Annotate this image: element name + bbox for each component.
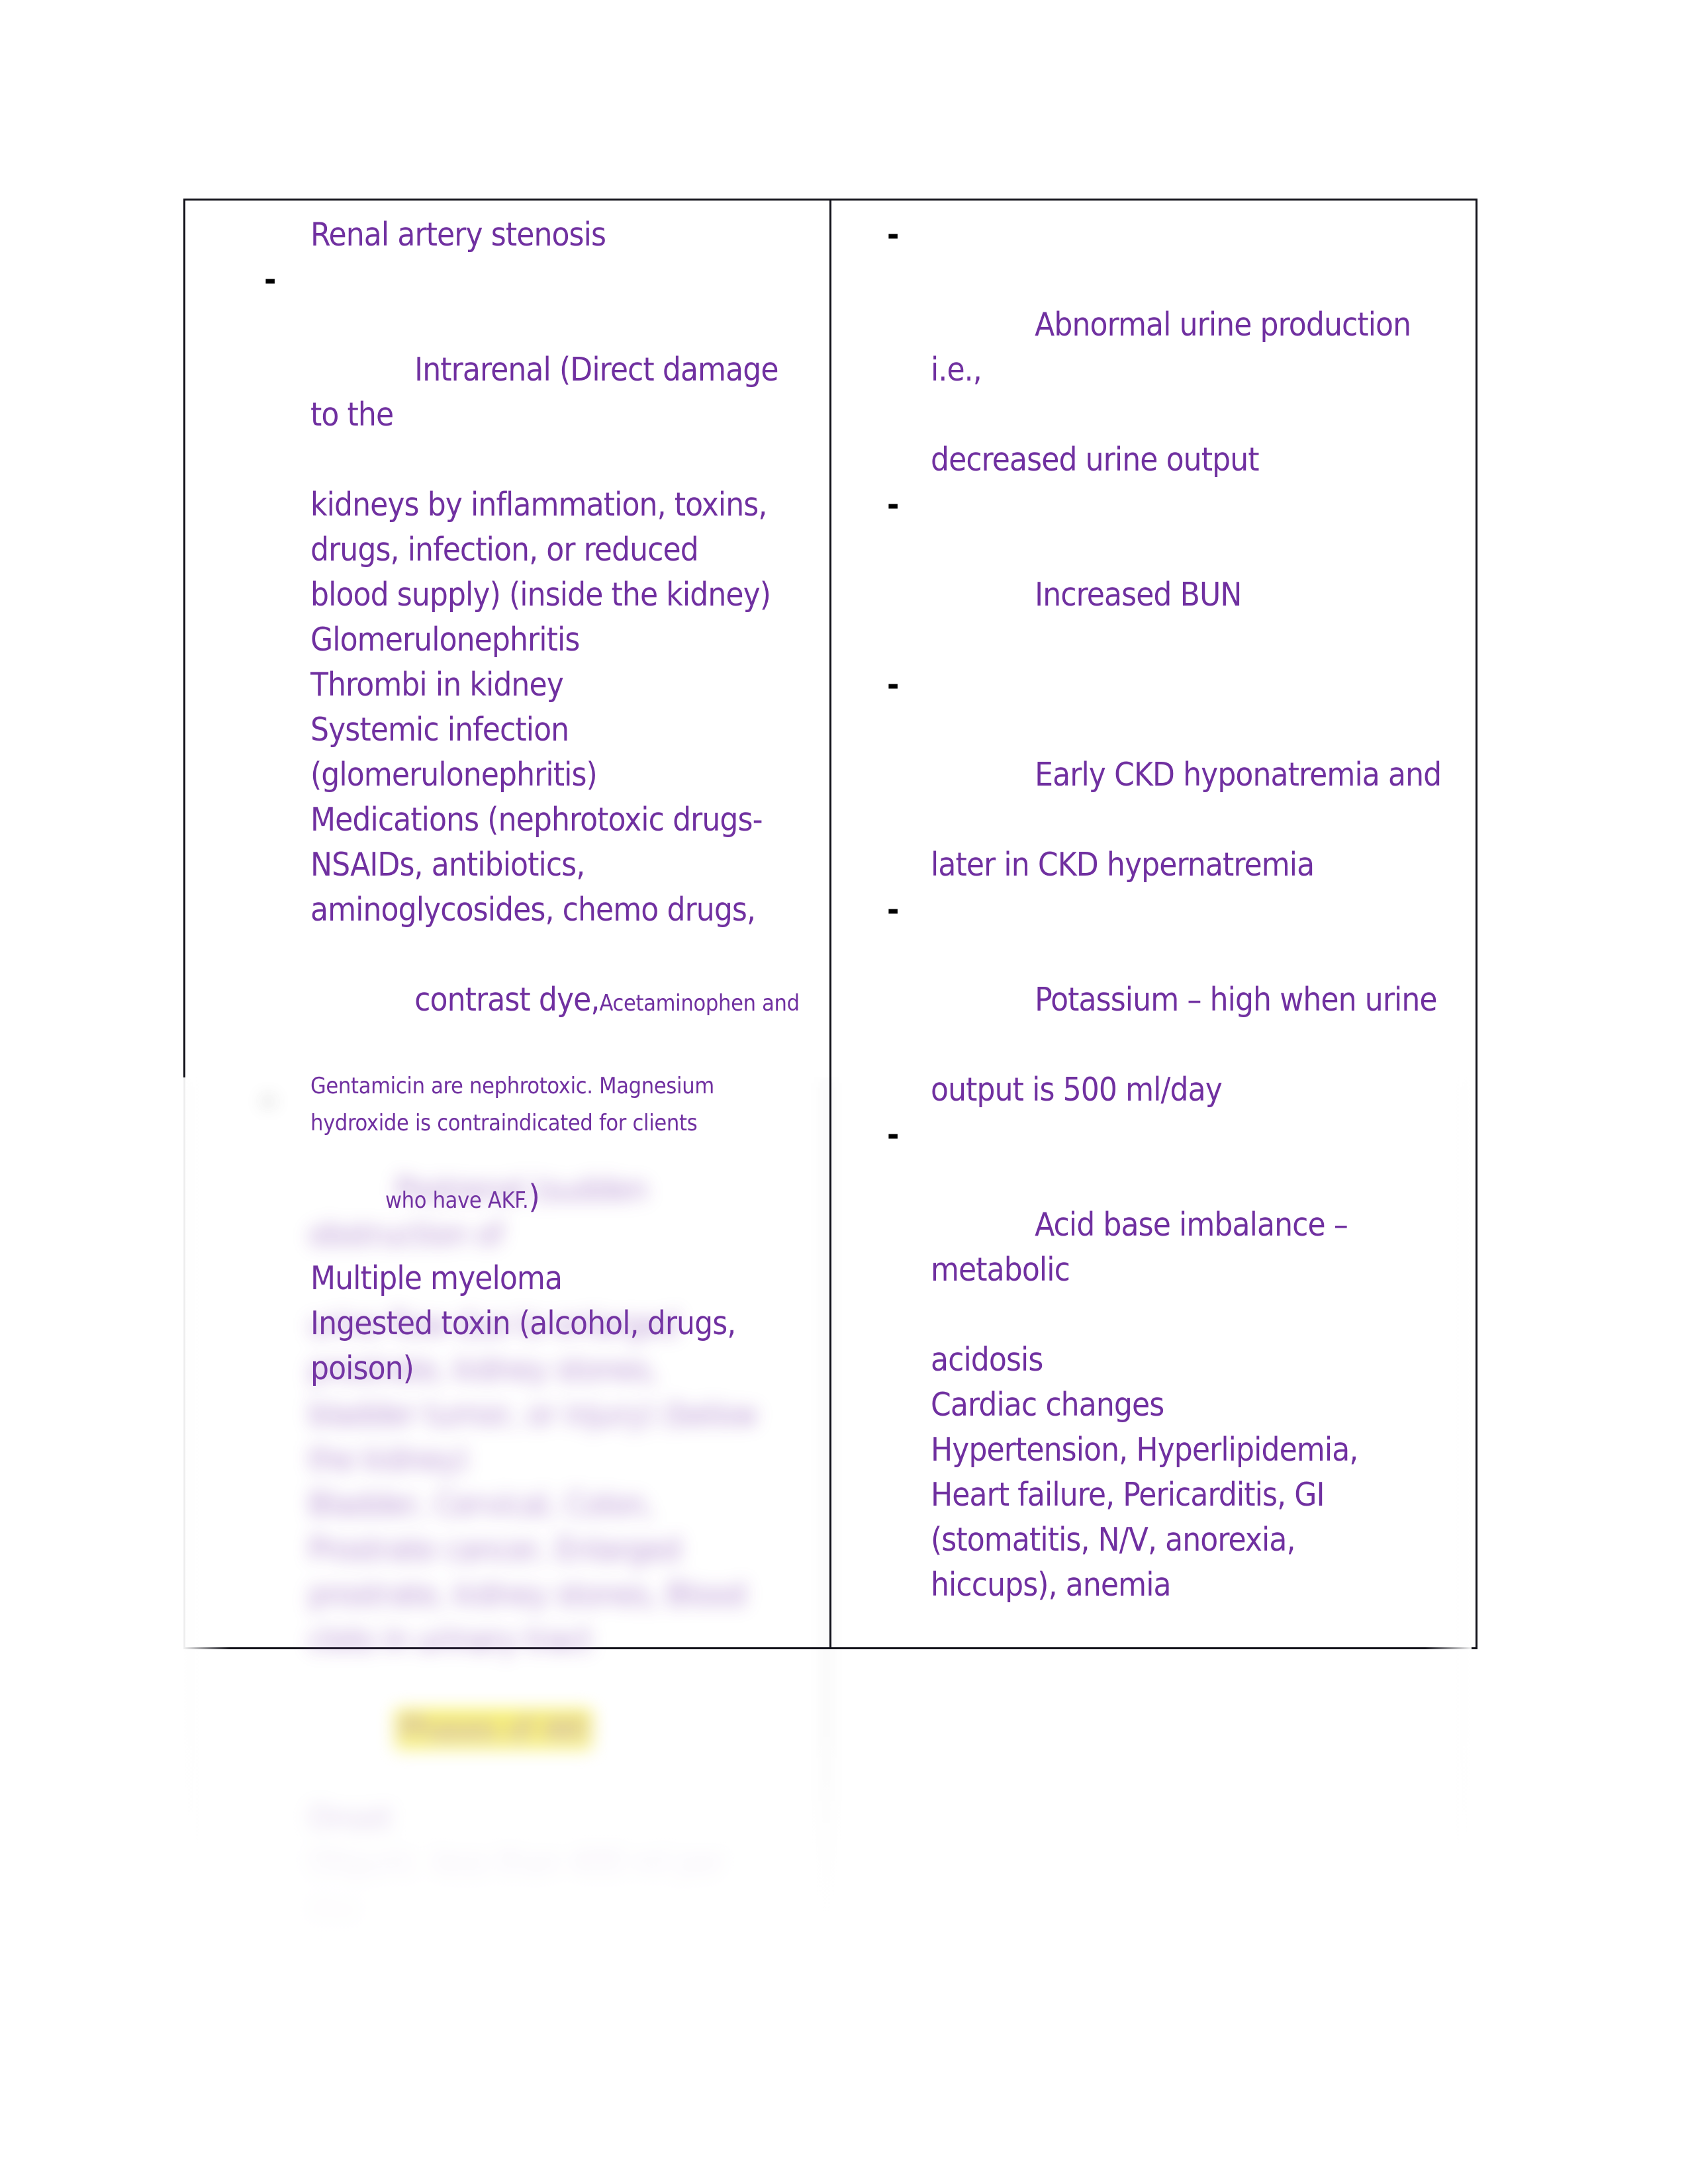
text-line: Early CKD hyponatremia and — [1035, 756, 1442, 794]
text-line: Intrarenal (Direct damage to the — [310, 351, 787, 433]
table-row: Renal artery stenosis - Intrarenal (Dire… — [183, 199, 1477, 1649]
dash-bullet-icon: - — [887, 486, 899, 523]
inset-note-text: who have AKF. — [385, 1187, 529, 1214]
text-line: Increased BUN — [1035, 576, 1242, 614]
highlighted-heading: Phases of AKI — [201, 1662, 810, 1797]
text-line: Oliguric -less than 400 ml per — [308, 1846, 724, 1884]
text-line: poison) — [310, 1349, 414, 1387]
text-line: drugs, infection, or reduced — [310, 531, 699, 569]
text-line: Diuretic — [201, 1933, 810, 1951]
bullet-item-potassium: - Potassium – high when urine — [849, 887, 1458, 1068]
text-line: acidosis — [931, 1341, 1043, 1379]
dash-bullet-icon: - — [887, 1116, 899, 1154]
text-line: Acid base imbalance – metabolic — [931, 1206, 1357, 1289]
content-table: Renal artery stenosis - Intrarenal (Dire… — [183, 199, 1477, 1649]
bullet-item-early-ckd: - Early CKD hyponatremia and — [849, 662, 1458, 842]
text-line: (stomatitis, N/V, anorexia, — [931, 1521, 1296, 1559]
table-cell-causes: Renal artery stenosis - Intrarenal (Dire… — [183, 199, 831, 1649]
bullet-item-acid-base: - Acid base imbalance – metabolic — [849, 1113, 1458, 1338]
text-line: Glomerulonephritis — [310, 621, 580, 659]
text-line: day — [308, 1891, 361, 1929]
text-line: Renal artery stenosis — [310, 216, 606, 253]
dash-bullet-icon: - — [887, 666, 899, 704]
text-line: contrast dye, — [414, 981, 600, 1019]
text-line: Phases of AKI — [395, 1709, 592, 1750]
text-line: blood supply) (inside the kidney) — [310, 576, 771, 614]
bullet-item-increased-bun: - Increased BUN — [849, 482, 1458, 662]
bullet-item-intrarenal: - Intrarenal (Direct damage to the — [203, 257, 812, 482]
text-line: hiccups), anemia — [931, 1566, 1172, 1604]
right-column-content: - Abnormal urine production i.e., decrea… — [831, 201, 1476, 1647]
text-line: Ingested toxin (alcohol, drugs, — [310, 1304, 736, 1342]
inset-note-text: Acetaminophen and — [599, 990, 800, 1017]
text-line: Medications (nephrotoxic drugs- — [310, 801, 763, 839]
text-line: Heart failure, Pericarditis, GI — [931, 1476, 1325, 1514]
inset-note-text: hydroxide is contraindicated for clients — [310, 1110, 698, 1136]
text-line: output is 500 ml/day — [931, 1071, 1223, 1109]
closing-paren: ) — [528, 1178, 540, 1216]
dash-bullet-icon: - — [264, 261, 276, 298]
text-line: Systemic infection — [310, 711, 569, 749]
text-line: Abnormal urine production i.e., — [931, 306, 1420, 388]
bullet-item-abnormal-urine: - Abnormal urine production i.e., — [849, 212, 1458, 437]
text-line: Potassium – high when urine — [1035, 981, 1437, 1019]
text-line: Thrombi in kidney — [310, 666, 564, 704]
text-line: NSAIDs, antibiotics, — [310, 846, 585, 884]
dash-bullet-icon: - — [887, 216, 899, 253]
text-line: Hypertension, Hyperlipidemia, — [931, 1431, 1358, 1469]
inset-note-line-close: who have AKF.) — [203, 1142, 812, 1256]
text-line: Cardiac changes — [931, 1386, 1164, 1424]
text-line: Onset — [308, 1801, 392, 1839]
left-column-content: Renal artery stenosis - Intrarenal (Dire… — [185, 201, 829, 1431]
inset-note-text: Gentamicin are nephrotoxic. Magnesium — [310, 1073, 714, 1099]
text-line: later in CKD hypernatremia — [931, 846, 1315, 884]
mixed-size-line: contrast dye,Acetaminophen and — [203, 933, 812, 1068]
dash-bullet-icon: - — [887, 891, 899, 929]
text-line: Multiple myeloma — [310, 1259, 563, 1297]
text-line: decreased urine output — [931, 441, 1260, 478]
table-cell-manifestations: - Abnormal urine production i.e., decrea… — [829, 199, 1477, 1649]
text-line: kidneys by inflammation, toxins, — [310, 486, 767, 523]
text-line: (glomerulonephritis) — [310, 756, 598, 794]
document-page: Renal artery stenosis - Intrarenal (Dire… — [0, 0, 1688, 2184]
text-line: aminoglycosides, chemo drugs, — [310, 891, 756, 929]
